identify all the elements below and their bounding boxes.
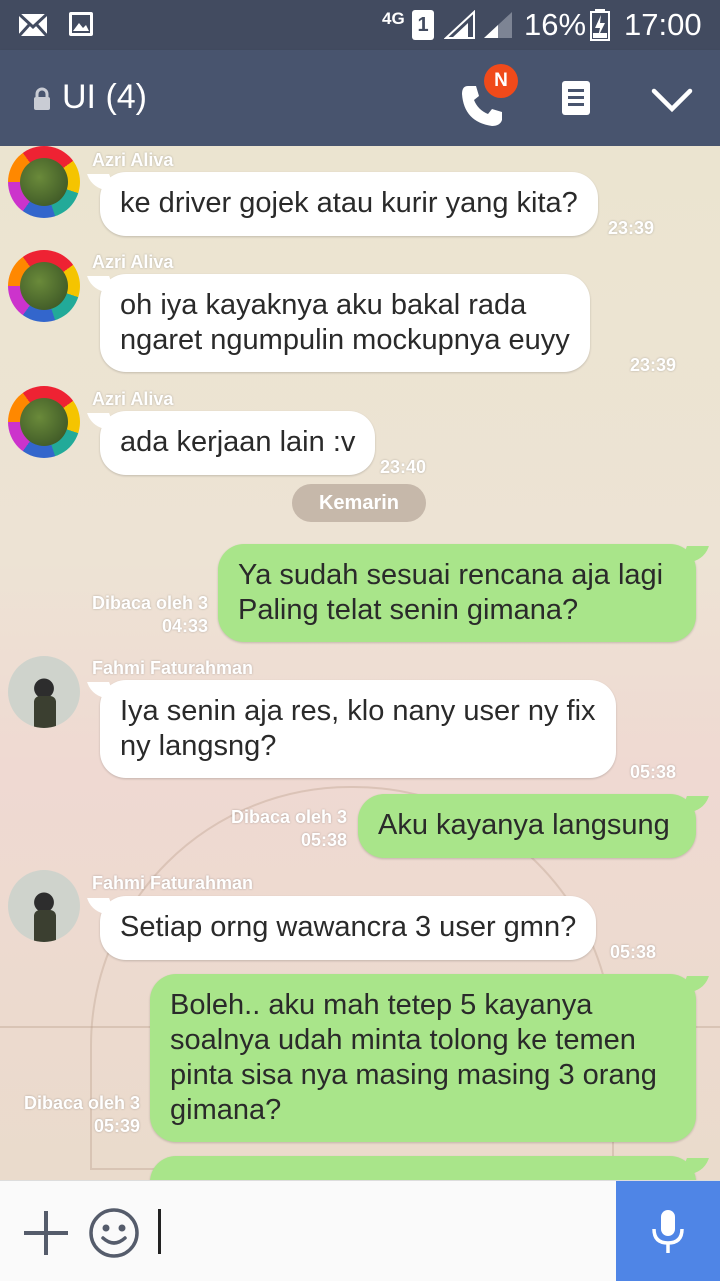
message-text: Iya senin aja res, klo nany user ny fix <box>120 695 596 727</box>
message-meta: Dibaca oleh 3 05:39 <box>24 1092 140 1138</box>
message-text: Boleh.. aku mah tetep 5 kayanya <box>170 989 593 1021</box>
read-receipt: Dibaca oleh 3 <box>23 1093 140 1113</box>
avatar[interactable] <box>8 386 80 458</box>
message-bubble[interactable]: Iya senin aja res, klo nany user ny fix … <box>100 680 616 778</box>
message-bubble[interactable]: Setiap orng wawancra 3 user gmn? <box>100 896 597 960</box>
sender-name: Azri Aliva <box>92 389 174 409</box>
read-receipt: Dibaca oleh 3 <box>230 807 347 827</box>
message-bubble-partial[interactable] <box>150 1156 696 1180</box>
signal-icon-2 <box>484 12 512 38</box>
image-icon <box>69 12 93 36</box>
message-input-cursor[interactable] <box>158 1209 161 1254</box>
message-time: 04:33 <box>161 616 208 636</box>
sender-name: Azri Aliva <box>92 150 174 170</box>
message-text: gimana? <box>170 1094 282 1126</box>
sender-name: Fahmi Faturahman <box>92 658 254 678</box>
message-meta: Dibaca oleh 3 05:38 <box>231 806 347 852</box>
avatar[interactable] <box>8 250 80 322</box>
avatar[interactable] <box>8 146 80 218</box>
date-divider: Kemarin <box>292 484 426 522</box>
message-bubble[interactable]: oh iya kayaknya aku bakal rada ngaret ng… <box>100 274 590 372</box>
message-text: ngaret ngumpulin mockupnya euyy <box>120 324 570 356</box>
signal-icon <box>444 10 475 39</box>
plus-icon[interactable] <box>22 1209 70 1257</box>
call-button[interactable]: N <box>452 64 518 132</box>
message-bubble[interactable]: Boleh.. aku mah tetep 5 kayanya soalnya … <box>150 974 696 1142</box>
chevron-down-icon[interactable] <box>651 87 693 113</box>
microphone-icon <box>652 1210 684 1253</box>
message-bubble[interactable]: ke driver gojek atau kurir yang kita? <box>100 172 598 236</box>
sim-indicator: 1 <box>412 10 434 40</box>
sender-name: Fahmi Faturahman <box>92 873 254 893</box>
message-text: Aku kayanya langsung <box>378 809 670 841</box>
emoji-icon[interactable] <box>88 1207 140 1259</box>
message-bubble[interactable]: ada kerjaan lain :v <box>100 411 376 475</box>
chat-area[interactable]: Azri Aliva ke driver gojek atau kurir ya… <box>0 146 720 1180</box>
mail-icon <box>18 13 48 37</box>
message-time: 23:40 <box>380 457 427 477</box>
message-text: ny langsng? <box>120 730 277 762</box>
message-text: soalnya udah minta tolong ke temen <box>170 1024 636 1056</box>
message-time: 05:38 <box>630 762 677 782</box>
clock: 17:00 <box>624 7 702 42</box>
network-type: 4G <box>382 9 405 28</box>
new-badge: N <box>484 64 518 98</box>
battery-percent: 16% <box>524 7 587 42</box>
battery-charging-icon <box>590 9 610 41</box>
message-text: Setiap orng wawancra 3 user gmn? <box>120 911 577 943</box>
lock-icon <box>34 87 50 110</box>
status-bar: 4G 1 16% 17:00 <box>0 0 720 50</box>
message-text: oh iya kayaknya aku bakal rada <box>120 289 527 321</box>
message-text: ke driver gojek atau kurir yang kita? <box>120 187 578 219</box>
message-time: 23:39 <box>630 355 677 375</box>
message-time: 23:39 <box>608 218 655 238</box>
message-time: 05:39 <box>93 1116 140 1136</box>
message-meta: Dibaca oleh 3 04:33 <box>92 592 208 638</box>
voice-button[interactable] <box>616 1181 720 1281</box>
message-text: Paling telat senin gimana? <box>238 594 579 626</box>
chat-title[interactable]: UI (4) <box>62 78 147 117</box>
read-receipt: Dibaca oleh 3 <box>91 593 208 613</box>
avatar[interactable] <box>8 870 80 942</box>
sender-name: Azri Aliva <box>92 252 174 272</box>
message-bubble[interactable]: Ya sudah sesuai rencana aja lagi Paling … <box>218 544 696 642</box>
input-bar <box>0 1180 720 1281</box>
message-text: pinta sisa nya masing masing 3 orang <box>170 1059 657 1091</box>
message-time: 05:38 <box>610 942 657 962</box>
chat-header: UI (4) N <box>0 50 720 146</box>
avatar[interactable] <box>8 656 80 728</box>
message-text: ada kerjaan lain :v <box>120 426 356 458</box>
message-text: Ya sudah sesuai rencana aja lagi <box>238 559 664 591</box>
message-bubble[interactable]: Aku kayanya langsung <box>358 794 696 858</box>
notes-icon[interactable] <box>561 80 591 116</box>
message-time: 05:38 <box>300 830 347 850</box>
